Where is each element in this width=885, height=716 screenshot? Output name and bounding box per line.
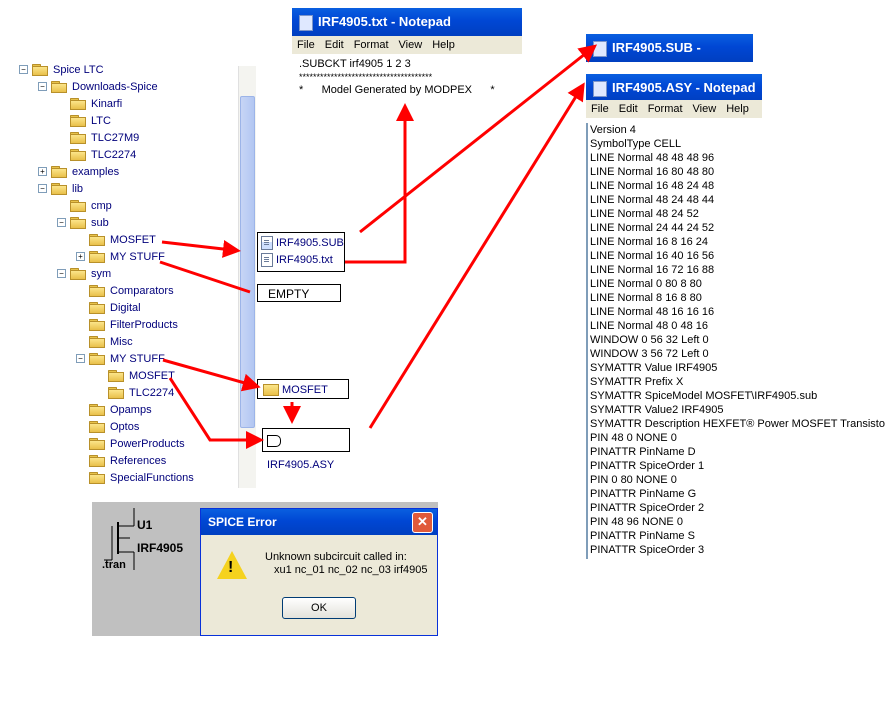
- arrow-mosfet-to-asy: [168, 377, 264, 449]
- annotation-arrows: [159, 44, 598, 449]
- arrow-mosfet-to-sub: [161, 240, 241, 258]
- arrow-sub-to-subnotepad: [359, 44, 598, 234]
- arrow-txt-to-notepad: [345, 103, 414, 264]
- arrow-symstuff-to-folder: [162, 358, 261, 392]
- arrow-mystuff-to-empty: [159, 260, 251, 294]
